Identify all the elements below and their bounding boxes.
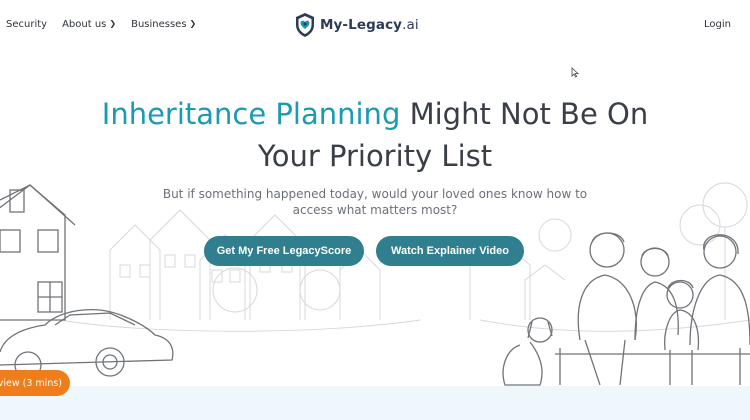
hero-title-rest: Might Not Be On [400, 97, 649, 131]
hero-title-line-1: Inheritance Planning Might Not Be On [0, 93, 750, 135]
nav-menu: Security About us ❯ Businesses ❯ [6, 19, 196, 30]
logo-wordmark: My-Legacy.ai [320, 17, 419, 33]
watch-video-button[interactable]: Watch Explainer Video [376, 236, 524, 266]
overview-video-pill[interactable]: verview (3 mins) [0, 370, 70, 396]
nav-item-security[interactable]: Security [6, 19, 47, 30]
nav-item-about-us[interactable]: About us ❯ [62, 19, 116, 30]
mouse-cursor-icon [571, 67, 579, 78]
hero-subtitle: But if something happened today, would y… [162, 187, 588, 217]
logo-suffix: .ai [402, 17, 419, 33]
site-logo[interactable]: My-Legacy.ai [294, 12, 419, 38]
get-legacyscore-button[interactable]: Get My Free LegacyScore [204, 236, 364, 266]
bottom-section-band [0, 386, 750, 420]
shield-heart-icon [296, 13, 314, 37]
login-link[interactable]: Login [704, 19, 731, 30]
nav-item-label: Businesses [131, 19, 187, 30]
chevron-down-icon: ❯ [189, 19, 197, 28]
hero-title-accent: Inheritance Planning [101, 97, 401, 131]
top-navbar: Security About us ❯ Businesses ❯ My-Lega… [0, 0, 750, 52]
hero-title-line-2: Your Priority List [257, 139, 493, 173]
nav-item-businesses[interactable]: Businesses ❯ [131, 19, 196, 30]
logo-name-bold: Legacy [348, 17, 403, 33]
logo-name: My- [320, 17, 349, 33]
hero-title: Inheritance Planning Might Not Be On You… [0, 93, 750, 177]
nav-item-label: Security [6, 19, 48, 30]
chevron-down-icon: ❯ [109, 19, 117, 28]
nav-item-label: About us [62, 19, 107, 30]
